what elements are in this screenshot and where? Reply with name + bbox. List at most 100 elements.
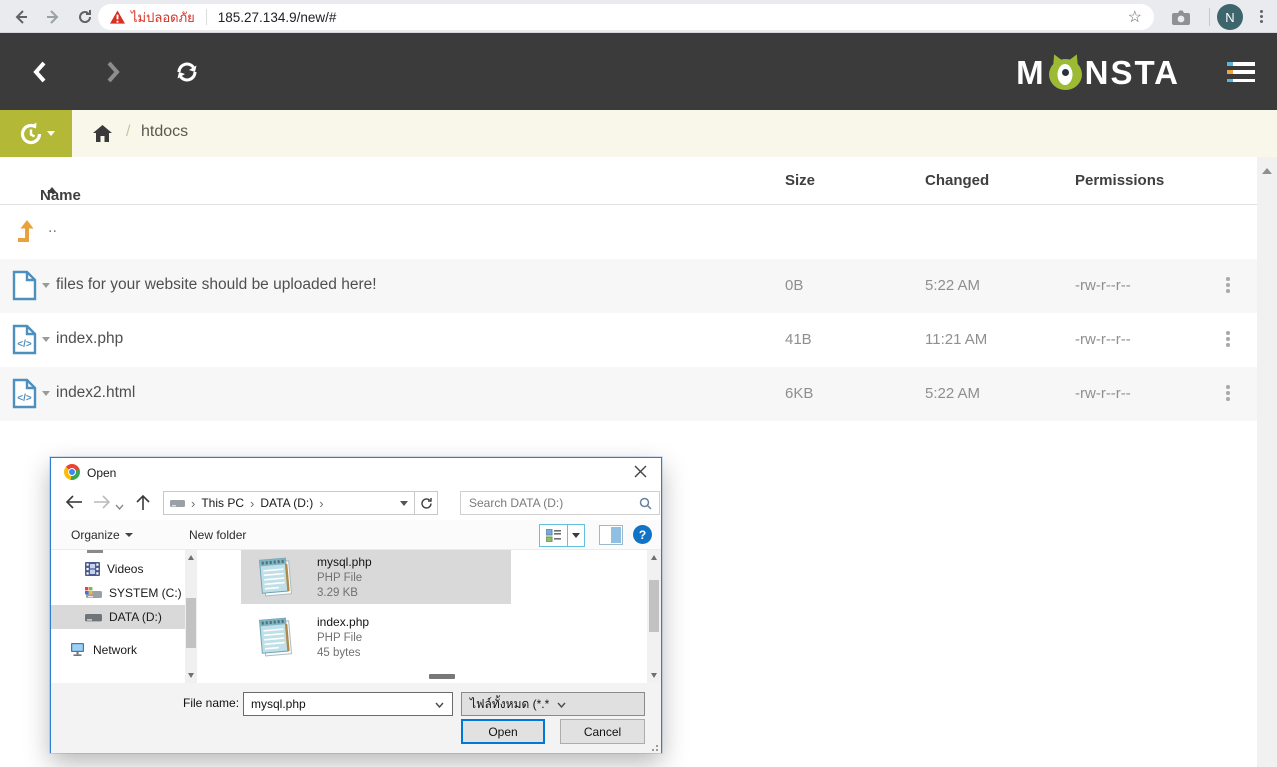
file-name-combobox[interactable] [243,692,453,716]
camera-extension-icon[interactable] [1168,5,1193,30]
preview-pane-icon[interactable] [599,525,623,545]
dialog-search-box[interactable] [460,491,660,515]
new-folder-button[interactable]: New folder [189,528,246,542]
profile-avatar[interactable]: N [1217,4,1243,30]
sidebar-item-label: Network [93,643,137,657]
sidebar-item-network[interactable]: Network [51,638,185,662]
file-tile-index[interactable]: index.php PHP File 45 bytes [241,610,511,664]
column-header-changed[interactable]: Changed [925,172,989,189]
dialog-title: Open [87,466,116,480]
nav-back-icon[interactable] [65,494,83,513]
file-changed: 5:22 AM [925,385,980,402]
parent-dir-label: .. [48,219,57,237]
nav-forward-icon[interactable] [93,494,111,513]
browser-back-icon[interactable] [8,4,33,29]
row-menu-icon[interactable] [1226,277,1230,293]
nav-up-icon[interactable] [135,494,151,514]
open-button[interactable]: Open [461,719,545,744]
sidebar-item-system-c[interactable]: SYSTEM (C:) [51,581,185,605]
nav-history-caret-icon[interactable] [115,499,124,513]
resize-grip[interactable] [648,741,658,751]
php-file-icon [255,555,297,602]
logo-text-right: NSTA [1085,54,1180,92]
view-mode-button[interactable] [539,524,585,547]
crumb-data-drive[interactable]: DATA (D:) [260,496,313,510]
file-type-value: ไฟล์ทั้งหมด (*.*) [462,695,549,714]
bookmark-star-icon[interactable]: ☆ [1128,7,1142,27]
table-row[interactable]: </> index2.html 6KB 5:22 AM -rw-r--r-- [0,367,1257,421]
breadcrumb-chevron-icon: › [319,496,323,511]
page-scrollbar[interactable] [1257,157,1277,767]
sidebar-item-videos[interactable]: Videos [51,557,185,581]
data-drive-icon [85,612,102,622]
breadcrumb-dropdown-icon[interactable] [400,501,408,506]
dialog-refresh-button[interactable] [415,491,438,515]
browser-forward-icon[interactable] [40,4,65,29]
breadcrumb-bar: / htdocs [0,110,1277,157]
dialog-file-list[interactable]: mysql.php PHP File 3.29 KB index.php PHP… [201,550,647,683]
row-menu-icon[interactable] [1226,331,1230,347]
file-name[interactable]: index.php [56,330,123,348]
monster-face-icon [1048,56,1083,91]
file-name[interactable]: files for your website should be uploade… [56,276,377,294]
file-tile-mysql[interactable]: mysql.php PHP File 3.29 KB [241,550,511,604]
dialog-file-name: index.php [317,615,369,629]
hamburger-menu-icon[interactable] [1227,62,1255,82]
sidebar-item-data-d[interactable]: DATA (D:) [51,605,185,629]
home-icon[interactable] [93,125,112,147]
view-mode-caret-icon[interactable] [568,525,584,546]
file-dropdown-caret-icon[interactable] [42,283,50,288]
ftp-back-icon[interactable] [25,57,55,87]
scroll-down-icon[interactable] [188,673,194,678]
address-bar[interactable]: ไม่ปลอดภัย 185.27.134.9/new/# ☆ [98,4,1154,30]
logo-text-left: M [1016,54,1046,92]
table-row[interactable]: </> index.php 41B 11:21 AM -rw-r--r-- [0,313,1257,367]
column-header-size[interactable]: Size [785,172,815,189]
network-icon [69,643,86,657]
dialog-close-icon[interactable] [634,465,648,479]
dialog-file-size: 3.29 KB [317,587,372,599]
history-button[interactable] [0,110,72,157]
partial-sidebar-item [87,550,103,553]
history-icon [18,121,44,147]
file-dropdown-caret-icon[interactable] [42,391,50,396]
table-row[interactable]: files for your website should be uploade… [0,259,1257,313]
ftp-refresh-icon[interactable] [172,57,202,87]
scroll-down-icon[interactable] [651,673,657,678]
sidebar-item-label: SYSTEM (C:) [109,586,182,600]
file-permissions: -rw-r--r-- [1075,385,1131,402]
column-header-permissions[interactable]: Permissions [1075,172,1164,189]
help-icon[interactable]: ? [633,525,652,544]
history-caret-icon [47,131,55,136]
combobox-caret-icon[interactable] [435,697,444,711]
scroll-up-icon[interactable] [188,555,194,560]
table-row-parent-dir[interactable]: .. [0,205,1257,259]
sidebar-scrollbar[interactable] [185,550,197,683]
scroll-up-icon[interactable] [651,555,657,560]
dialog-file-type: PHP File [317,632,369,644]
scroll-up-icon[interactable] [1262,168,1272,174]
breadcrumb-chevron-icon: › [250,496,254,511]
search-input[interactable] [461,496,639,510]
up-directory-icon [14,219,36,247]
browser-reload-icon[interactable] [72,4,97,29]
code-file-icon: </> [12,378,37,413]
browser-menu-icon[interactable] [1251,6,1271,26]
file-dropdown-caret-icon[interactable] [42,337,50,342]
file-name[interactable]: index2.html [56,384,135,402]
file-size: 0B [785,277,803,294]
dialog-titlebar[interactable]: Open [51,458,661,486]
cancel-button[interactable]: Cancel [560,719,645,744]
breadcrumb-path[interactable]: htdocs [141,123,188,141]
row-menu-icon[interactable] [1226,385,1230,401]
organize-button[interactable]: Organize [71,528,133,542]
file-type-select[interactable]: ไฟล์ทั้งหมด (*.*) [461,692,645,716]
file-list-scrollbar[interactable] [647,550,661,683]
file-name-input[interactable] [244,697,435,711]
ftp-forward-icon[interactable] [98,57,128,87]
security-warning-label: ไม่ปลอดภัย [131,7,195,28]
crumb-this-pc[interactable]: This PC [201,496,244,510]
svg-text:</>: </> [17,339,32,350]
view-mode-icon [540,525,567,546]
dialog-breadcrumb[interactable]: › This PC › DATA (D:) › [163,491,415,515]
